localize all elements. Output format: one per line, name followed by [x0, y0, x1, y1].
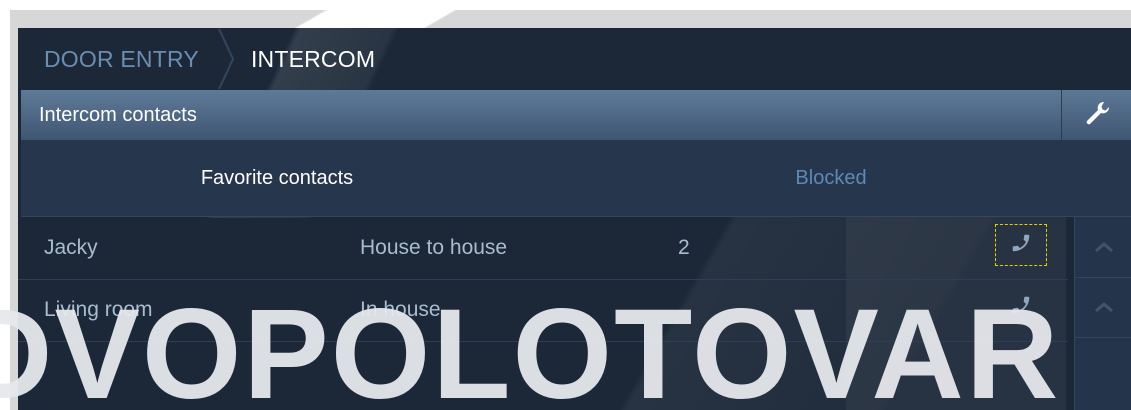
contact-tabs: Favorite contacts Blocked — [21, 140, 1131, 217]
list-item[interactable]: Living room In house — [18, 279, 1068, 342]
section-header: Intercom contacts — [21, 90, 1061, 140]
contact-number: 2 — [678, 236, 690, 259]
tab-favorite-contacts[interactable]: Favorite contacts — [21, 140, 533, 216]
wrench-icon — [1084, 100, 1110, 130]
breadcrumb-door-entry[interactable]: DOOR ENTRY — [44, 46, 199, 73]
contact-type: In house — [360, 298, 441, 321]
phone-icon — [1010, 294, 1032, 320]
scroll-up-button[interactable] — [1075, 277, 1131, 338]
breadcrumb-separator-icon — [217, 29, 235, 89]
scroll-up-button[interactable] — [1075, 217, 1131, 278]
breadcrumb: DOOR ENTRY INTERCOM — [18, 28, 1131, 90]
contact-name: Living room — [44, 298, 153, 321]
phone-icon — [1010, 232, 1032, 258]
chevron-up-icon — [1094, 238, 1114, 257]
section-title: Intercom contacts — [39, 103, 197, 126]
contact-list: Jacky House to house 2 Living room In ho… — [18, 217, 1068, 410]
intercom-screen: DOOR ENTRY INTERCOM Intercom contacts Fa… — [18, 28, 1131, 410]
list-item[interactable]: Jacky House to house 2 — [18, 217, 1068, 280]
settings-button[interactable] — [1061, 90, 1131, 140]
tab-blocked[interactable]: Blocked — [661, 140, 1001, 216]
contact-name: Jacky — [44, 236, 98, 259]
chevron-up-icon — [1094, 298, 1114, 317]
contact-type: House to house — [360, 236, 508, 259]
call-button[interactable] — [996, 287, 1046, 327]
scrollbar[interactable] — [1074, 217, 1131, 410]
call-button[interactable] — [995, 224, 1047, 266]
breadcrumb-intercom: INTERCOM — [250, 45, 376, 72]
